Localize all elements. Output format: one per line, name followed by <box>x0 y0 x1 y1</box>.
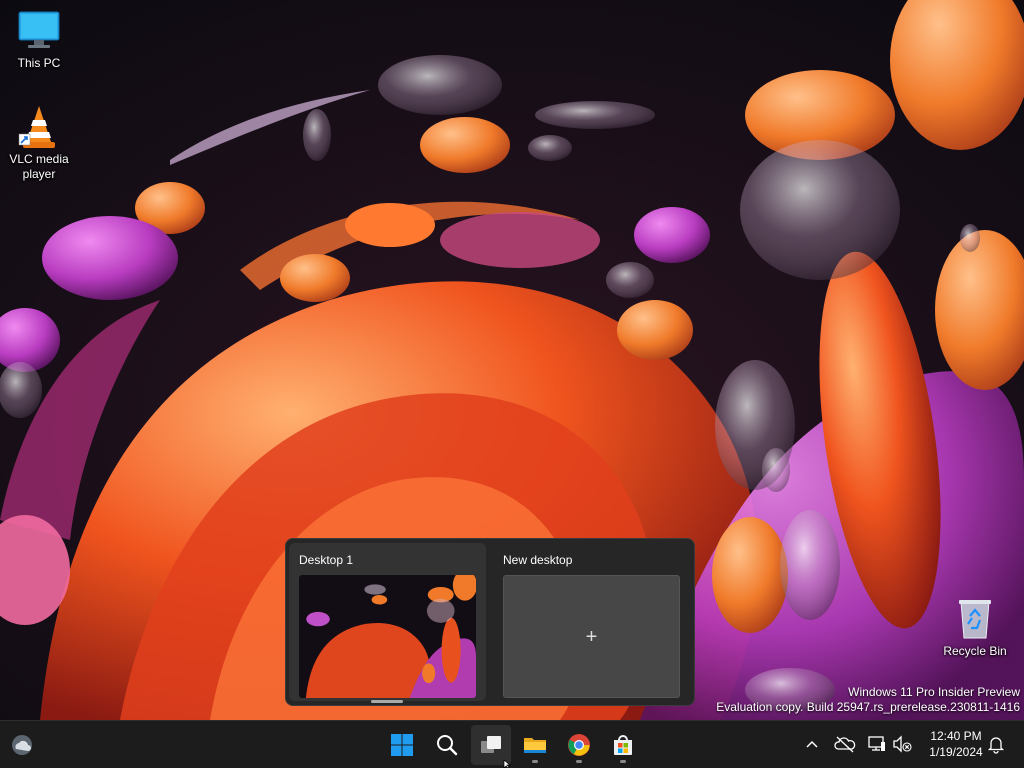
search-button[interactable] <box>427 725 467 765</box>
task-view-flyout: Desktop 1 New desktop + <box>285 538 695 706</box>
desktop-icon-label: VLC media player <box>9 152 69 181</box>
show-hidden-icons-button[interactable] <box>801 733 823 755</box>
running-indicator <box>576 760 582 763</box>
virtual-desktop-1[interactable]: Desktop 1 <box>289 543 486 701</box>
evaluation-watermark: Windows 11 Pro Insider Preview Evaluatio… <box>716 685 1020 715</box>
desktop-icon-recycle-bin[interactable]: Recycle Bin <box>937 596 1013 659</box>
file-explorer-button[interactable] <box>515 725 555 765</box>
search-icon <box>437 735 458 756</box>
running-indicator <box>532 760 538 763</box>
chevron-up-icon <box>806 740 818 748</box>
weather-widget-button[interactable] <box>2 725 42 765</box>
selected-desktop-indicator <box>371 700 403 703</box>
network-icon <box>868 736 885 751</box>
start-icon <box>391 734 413 756</box>
this-pc-icon <box>17 8 61 52</box>
desktop-icon-label: Recycle Bin <box>943 644 1007 658</box>
task-view-button[interactable] <box>471 725 511 765</box>
recycle-bin-icon <box>953 596 997 640</box>
clock-button[interactable]: 12:40 PM 1/19/2024 <box>920 728 992 760</box>
microsoft-store-button[interactable] <box>603 725 643 765</box>
plus-icon: + <box>585 625 598 648</box>
volume-muted-icon <box>893 735 912 753</box>
file-explorer-icon <box>524 738 546 753</box>
chrome-button[interactable] <box>559 725 599 765</box>
vlc-icon <box>17 104 61 148</box>
virtual-desktop-thumbnail[interactable] <box>299 575 476 698</box>
watermark-line-1: Windows 11 Pro Insider Preview <box>848 685 1020 699</box>
desktop-icon-label: This PC <box>17 56 61 70</box>
watermark-line-2: Evaluation copy. Build 25947.rs_prerelea… <box>716 700 1020 714</box>
start-button[interactable] <box>382 725 422 765</box>
new-desktop-card[interactable]: New desktop + <box>493 543 690 701</box>
weather-cloud-icon <box>12 735 32 755</box>
task-view-icon <box>481 736 501 753</box>
new-desktop-button[interactable]: + <box>503 575 680 698</box>
clock-date: 1/19/2024 <box>929 745 983 759</box>
onedrive-offline-icon <box>834 736 856 753</box>
network-button[interactable] <box>866 733 888 755</box>
desktop-icon-vlc[interactable]: VLC media player <box>1 104 77 182</box>
volume-button[interactable] <box>891 733 913 755</box>
chrome-icon <box>568 734 590 756</box>
new-desktop-title: New desktop <box>503 553 573 567</box>
virtual-desktop-title: Desktop 1 <box>299 553 354 567</box>
notification-bell-icon <box>987 737 1005 754</box>
running-indicator <box>620 760 626 763</box>
mouse-cursor-icon <box>503 760 511 768</box>
microsoft-store-icon <box>614 735 632 755</box>
desktop-icon-this-pc[interactable]: This PC <box>1 8 77 71</box>
notifications-button[interactable] <box>985 733 1007 755</box>
clock-time: 12:40 PM <box>930 729 982 743</box>
onedrive-button[interactable] <box>834 733 856 755</box>
